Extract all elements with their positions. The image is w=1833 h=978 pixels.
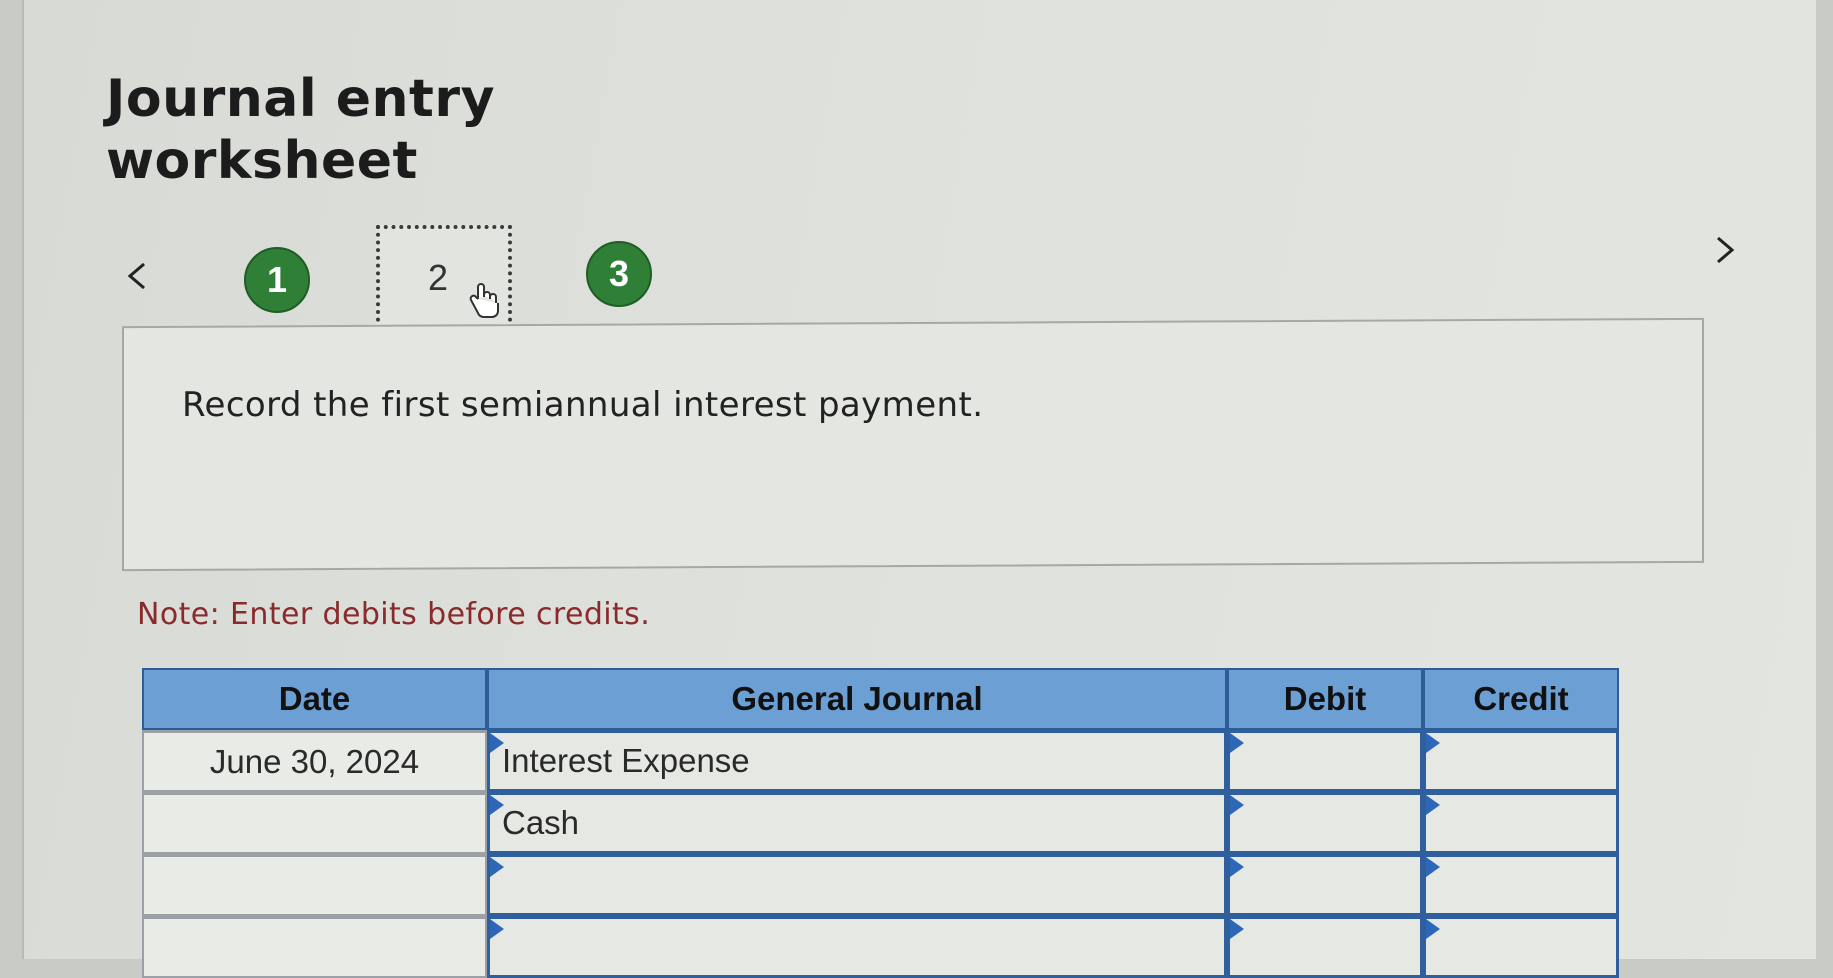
dropdown-marker-icon	[490, 919, 504, 939]
journal-body: June 30, 2024 Interest Expense Cash	[142, 730, 1644, 978]
instruction-box	[122, 317, 1704, 572]
credit-cell[interactable]	[1423, 916, 1619, 978]
chevron-left-icon[interactable]	[124, 262, 152, 290]
step-1-label: 1	[244, 247, 310, 313]
account-value: Interest Expense	[502, 742, 750, 779]
instruction-text: Record the first semiannual interest pay…	[182, 385, 984, 425]
dropdown-marker-icon	[490, 857, 504, 877]
dropdown-marker-icon	[1426, 795, 1440, 815]
journal-row	[142, 854, 1644, 916]
credit-cell[interactable]	[1423, 730, 1619, 792]
dropdown-marker-icon	[1230, 857, 1244, 877]
step-3-label: 3	[586, 241, 652, 307]
dropdown-marker-icon	[1426, 857, 1440, 877]
dropdown-marker-icon	[1230, 733, 1244, 753]
dropdown-marker-icon	[1230, 919, 1244, 939]
chevron-right-icon[interactable]	[1710, 236, 1738, 264]
dropdown-marker-icon	[490, 795, 504, 815]
journal-table: Date General Journal Debit Credit June 3…	[142, 668, 1644, 978]
account-cell[interactable]	[487, 916, 1227, 978]
date-cell	[142, 916, 487, 978]
header-date: Date	[142, 668, 487, 730]
header-general-journal: General Journal	[487, 668, 1227, 730]
page-title: Journal entry worksheet	[106, 68, 526, 192]
account-value: Cash	[502, 804, 580, 841]
account-cell[interactable]: Cash	[487, 792, 1227, 854]
credit-cell[interactable]	[1423, 854, 1619, 916]
date-cell: June 30, 2024	[142, 730, 487, 792]
hand-pointer-icon	[468, 281, 502, 321]
header-debit: Debit	[1227, 668, 1423, 730]
page-title-line1: Journal entry	[106, 69, 495, 129]
dropdown-marker-icon	[1230, 795, 1244, 815]
debit-cell[interactable]	[1227, 916, 1423, 978]
date-cell	[142, 854, 487, 916]
journal-row: June 30, 2024 Interest Expense	[142, 730, 1644, 792]
credit-cell[interactable]	[1423, 792, 1619, 854]
header-credit: Credit	[1423, 668, 1619, 730]
debit-cell[interactable]	[1227, 730, 1423, 792]
date-cell	[142, 792, 487, 854]
note-text: Note: Enter debits before credits.	[137, 597, 651, 632]
journal-row	[142, 916, 1644, 978]
journal-row: Cash	[142, 792, 1644, 854]
dropdown-marker-icon	[1426, 733, 1440, 753]
step-3-button[interactable]: 3	[586, 241, 652, 307]
dropdown-marker-icon	[490, 733, 504, 753]
step-1-button[interactable]: 1	[244, 247, 310, 313]
step-2-label: 2	[428, 257, 449, 298]
account-cell[interactable]	[487, 854, 1227, 916]
journal-header-row: Date General Journal Debit Credit	[142, 668, 1644, 730]
debit-cell[interactable]	[1227, 854, 1423, 916]
debit-cell[interactable]	[1227, 792, 1423, 854]
dropdown-marker-icon	[1426, 919, 1440, 939]
page-title-line2: worksheet	[106, 131, 418, 191]
account-cell[interactable]: Interest Expense	[487, 730, 1227, 792]
worksheet-panel: Journal entry worksheet 1 2 3 Record the…	[22, 0, 1816, 978]
